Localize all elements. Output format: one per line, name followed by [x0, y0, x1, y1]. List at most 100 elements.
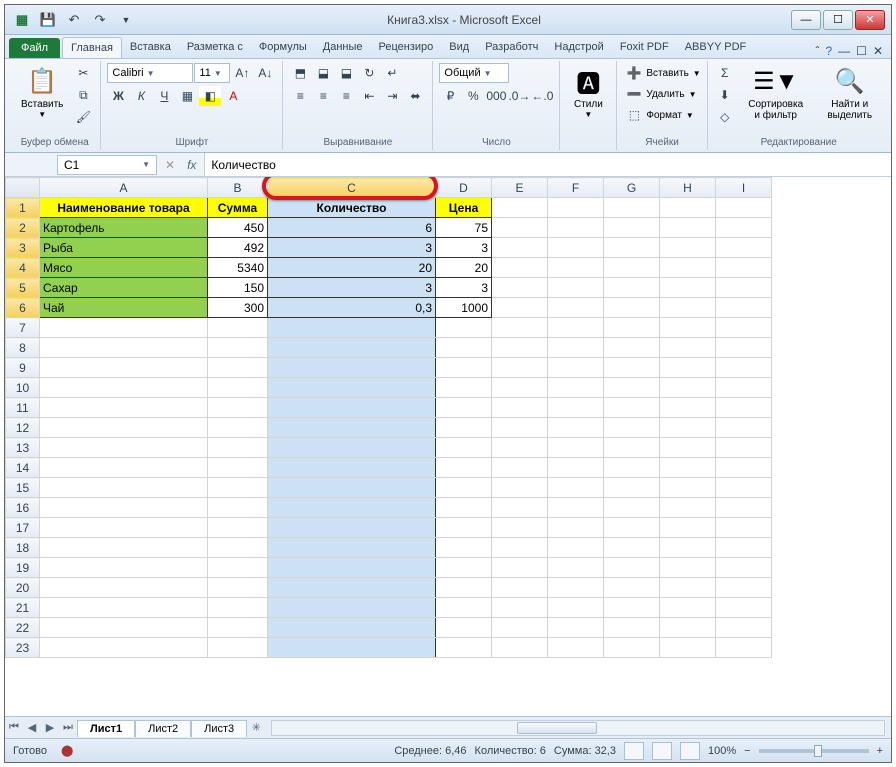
- wrap-text-icon[interactable]: ↵: [381, 63, 403, 83]
- cell[interactable]: [660, 578, 716, 598]
- cell[interactable]: [492, 498, 548, 518]
- cell[interactable]: [268, 378, 436, 398]
- cell[interactable]: [492, 558, 548, 578]
- column-header-F[interactable]: F: [548, 178, 604, 198]
- cell[interactable]: [436, 618, 492, 638]
- undo-icon[interactable]: ↶: [63, 9, 85, 31]
- file-tab[interactable]: Файл: [9, 38, 60, 58]
- cell[interactable]: [492, 238, 548, 258]
- cell[interactable]: [548, 578, 604, 598]
- cell[interactable]: [716, 618, 772, 638]
- cell[interactable]: [40, 618, 208, 638]
- cell[interactable]: Цена: [436, 198, 492, 218]
- align-left-icon[interactable]: ≡: [289, 86, 311, 106]
- align-top-icon[interactable]: ⬒: [289, 63, 311, 83]
- cell[interactable]: [208, 398, 268, 418]
- cell[interactable]: [660, 218, 716, 238]
- row-header[interactable]: 5: [6, 278, 40, 298]
- row-header[interactable]: 2: [6, 218, 40, 238]
- column-header-B[interactable]: B: [208, 178, 268, 198]
- cell[interactable]: [548, 638, 604, 658]
- cell[interactable]: 3: [436, 238, 492, 258]
- sheet-nav-next-icon[interactable]: ▶: [41, 721, 59, 734]
- cell[interactable]: [604, 398, 660, 418]
- align-right-icon[interactable]: ≡: [335, 86, 357, 106]
- cell[interactable]: [604, 558, 660, 578]
- cell[interactable]: [548, 338, 604, 358]
- cell[interactable]: 3: [436, 278, 492, 298]
- cell[interactable]: [548, 358, 604, 378]
- column-header-H[interactable]: H: [660, 178, 716, 198]
- cell[interactable]: [716, 358, 772, 378]
- cell[interactable]: [604, 238, 660, 258]
- cell[interactable]: [660, 338, 716, 358]
- cell[interactable]: [436, 398, 492, 418]
- border-icon[interactable]: ▦: [176, 86, 198, 106]
- font-size-combo[interactable]: 11▼: [194, 63, 230, 83]
- cell[interactable]: 1000: [436, 298, 492, 318]
- ribbon-tab-рецензиро[interactable]: Рецензиро: [371, 37, 442, 58]
- cell[interactable]: [716, 398, 772, 418]
- row-header[interactable]: 8: [6, 338, 40, 358]
- cell[interactable]: 20: [268, 258, 436, 278]
- column-header-E[interactable]: E: [492, 178, 548, 198]
- cell[interactable]: 6: [268, 218, 436, 238]
- wb-close-icon[interactable]: ✕: [873, 44, 883, 58]
- cell[interactable]: Сумма: [208, 198, 268, 218]
- cell[interactable]: [268, 458, 436, 478]
- cell[interactable]: [604, 538, 660, 558]
- cell[interactable]: [548, 258, 604, 278]
- cell[interactable]: [548, 458, 604, 478]
- cell[interactable]: [40, 458, 208, 478]
- cell[interactable]: [660, 418, 716, 438]
- ribbon-tab-вид[interactable]: Вид: [441, 37, 477, 58]
- cell[interactable]: [548, 618, 604, 638]
- cell[interactable]: [716, 518, 772, 538]
- cell[interactable]: [548, 558, 604, 578]
- sheet-nav-prev-icon[interactable]: ◀: [23, 721, 41, 734]
- cell[interactable]: [492, 258, 548, 278]
- autosum-icon[interactable]: Σ: [714, 63, 736, 83]
- cell[interactable]: [716, 598, 772, 618]
- cell[interactable]: [208, 498, 268, 518]
- cell[interactable]: [716, 298, 772, 318]
- cell[interactable]: [604, 378, 660, 398]
- redo-icon[interactable]: ↷: [89, 9, 111, 31]
- cell[interactable]: [208, 478, 268, 498]
- cell[interactable]: [40, 378, 208, 398]
- merge-icon[interactable]: ⬌: [404, 86, 426, 106]
- cell[interactable]: [436, 438, 492, 458]
- cell[interactable]: [492, 278, 548, 298]
- cell[interactable]: [604, 598, 660, 618]
- cell[interactable]: [268, 318, 436, 338]
- cell[interactable]: Мясо: [40, 258, 208, 278]
- cell[interactable]: [40, 498, 208, 518]
- cell[interactable]: [716, 378, 772, 398]
- comma-icon[interactable]: 000: [485, 86, 507, 106]
- italic-icon[interactable]: К: [130, 86, 152, 106]
- cell[interactable]: [604, 358, 660, 378]
- row-header[interactable]: 16: [6, 498, 40, 518]
- number-format-combo[interactable]: Общий▼: [439, 63, 509, 83]
- cell[interactable]: 0,3: [268, 298, 436, 318]
- row-header[interactable]: 13: [6, 438, 40, 458]
- paste-button[interactable]: 📋 Вставить ▼: [15, 63, 69, 121]
- help-icon[interactable]: ?: [825, 44, 832, 58]
- cell[interactable]: [208, 338, 268, 358]
- cell[interactable]: [660, 278, 716, 298]
- wb-minimize-icon[interactable]: —: [838, 44, 850, 58]
- font-color-icon[interactable]: A: [222, 86, 244, 106]
- clear-icon[interactable]: ◇: [714, 107, 736, 127]
- cell[interactable]: 3: [268, 238, 436, 258]
- select-all-corner[interactable]: [6, 178, 40, 198]
- row-header[interactable]: 10: [6, 378, 40, 398]
- cell[interactable]: [492, 358, 548, 378]
- horizontal-scrollbar[interactable]: [271, 720, 885, 736]
- zoom-slider[interactable]: [759, 749, 869, 753]
- cell[interactable]: [492, 618, 548, 638]
- cell[interactable]: [268, 478, 436, 498]
- ribbon-tab-foxit pdf[interactable]: Foxit PDF: [612, 37, 677, 58]
- fx-icon[interactable]: fx: [179, 158, 204, 172]
- cell[interactable]: [208, 578, 268, 598]
- cell[interactable]: [436, 538, 492, 558]
